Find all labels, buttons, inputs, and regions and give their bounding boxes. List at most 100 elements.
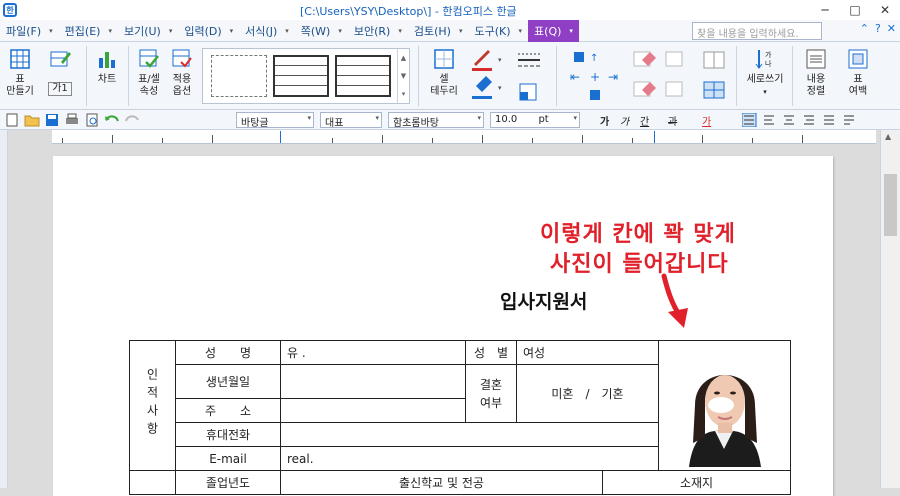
address-label: 주 소 <box>175 398 281 423</box>
annotation-line-1: 이렇게 칸에 꽉 맞게 <box>540 222 736 247</box>
red-arrow-icon <box>661 273 688 328</box>
cell-props-button[interactable]: 표/셀 속성 <box>132 48 166 98</box>
document-title: 입사지원서 <box>500 291 588 313</box>
table-margin-button[interactable]: 표 여백 <box>840 48 876 98</box>
line-style-button[interactable] <box>514 48 544 104</box>
birth-label: 생년월일 <box>175 364 281 399</box>
table-check-icon <box>139 49 159 68</box>
cell-eraser-icons <box>633 51 683 97</box>
table-row: 인적사항 성 명 유 . 성 별 여성 <box>129 340 791 471</box>
table-edit-button[interactable] <box>40 48 80 74</box>
svg-text:가: 가 <box>765 50 772 59</box>
table-style-gallery[interactable]: ▲ ▼ ▾ <box>202 48 410 104</box>
vertical-scrollbar[interactable]: ▲ <box>880 130 900 488</box>
address-value[interactable] <box>280 398 466 423</box>
grad-year-header: 졸업년도 <box>175 470 281 495</box>
font-combo[interactable]: 함초롬바탕 ▾ <box>388 112 484 128</box>
undo-icon[interactable] <box>104 113 120 127</box>
menu-insert[interactable]: 입력(D) ▾ <box>178 20 239 42</box>
cell-insert-buttons[interactable]: ↑ ⇤ + ⇥ <box>566 48 626 104</box>
menu-view[interactable]: 보기(U) ▾ <box>118 20 178 42</box>
photo-cell[interactable] <box>658 340 791 471</box>
align-buttons[interactable] <box>742 113 862 127</box>
align-cell-icon <box>806 49 826 69</box>
hancom-app-icon[interactable]: 한 <box>3 3 17 17</box>
table-margin-icon <box>848 49 868 69</box>
applicant-photo <box>659 344 790 467</box>
menu-edit[interactable]: 편집(E) ▾ <box>59 20 118 42</box>
redo-icon[interactable] <box>124 113 140 127</box>
ruler-marker[interactable] <box>280 131 281 143</box>
maximize-button[interactable]: □ <box>840 0 870 20</box>
title-bar: 한 [C:\Users\YSY\Desktop\] - 한컴오피스 한글 ─ □… <box>0 0 900 20</box>
svg-text:나: 나 <box>765 59 772 68</box>
left-margin-bar <box>0 130 8 488</box>
table-pencil-icon <box>50 51 71 67</box>
name-value[interactable]: 유 . <box>280 340 466 365</box>
chart-button[interactable]: 차트 <box>90 48 124 86</box>
search-input[interactable]: 찾을 내용을 입력하세요. <box>692 22 822 40</box>
edu-blank-cell <box>129 470 176 495</box>
style-gallery-scroll[interactable]: ▲ ▼ ▾ <box>397 49 409 103</box>
print-icon[interactable] <box>64 113 80 127</box>
scroll-thumb[interactable] <box>884 174 897 236</box>
svg-text:⇥: ⇥ <box>608 70 618 84</box>
language-combo[interactable]: 대표 ▾ <box>320 112 382 128</box>
marriage-value[interactable]: 미혼 / 기혼 <box>516 364 659 423</box>
style-grid[interactable] <box>273 55 329 97</box>
location-header: 소재지 <box>602 470 791 495</box>
gender-value[interactable]: 여성 <box>516 340 659 365</box>
menu-format[interactable]: 서식(J) ▾ <box>239 20 295 42</box>
window-title: [C:\Users\YSY\Desktop\] - 한컴오피스 한글 <box>300 5 517 18</box>
open-folder-icon[interactable] <box>24 113 40 127</box>
ga1-button[interactable]: 가1 <box>40 82 80 96</box>
collapse-ribbon-icon[interactable]: ⌃ <box>860 22 869 35</box>
line-color-button[interactable]: ▾ ▾ <box>468 46 510 106</box>
close-doc-icon[interactable]: ✕ <box>887 22 896 35</box>
phone-value[interactable] <box>280 422 659 447</box>
menu-bar: 파일(F) ▾ 편집(E) ▾ 보기(U) ▾ 입력(D) ▾ 서식(J) ▾ 쪽(W) ▾… <box>0 19 900 42</box>
svg-text:▾: ▾ <box>498 56 502 64</box>
menu-file[interactable]: 파일(F) ▾ <box>0 20 59 42</box>
apply-options-button[interactable]: 적용 옵션 <box>166 48 198 98</box>
section-label-cell: 인적사항 <box>129 340 176 471</box>
horizontal-ruler[interactable] <box>52 130 876 144</box>
birth-value[interactable] <box>280 364 466 399</box>
content-align-button[interactable]: 내용 정렬 <box>798 48 834 98</box>
new-document-icon[interactable] <box>4 113 20 127</box>
menu-table[interactable]: 표(Q) ▾ <box>528 19 579 42</box>
vertical-write-button[interactable]: 가나 세로쓰기 ▾ <box>742 48 788 98</box>
cell-delete-buttons[interactable] <box>630 48 690 104</box>
bold-button[interactable]: 가 <box>600 113 609 128</box>
cell-split-icons <box>703 51 725 99</box>
cell-split-merge-buttons[interactable] <box>700 48 730 104</box>
underline-button[interactable]: 간 <box>640 113 649 128</box>
font-color-button[interactable]: 가 <box>702 113 711 128</box>
scroll-up-icon[interactable]: ▲ <box>885 132 891 141</box>
cell-border-icon <box>434 49 454 69</box>
email-value[interactable]: real. <box>280 446 659 471</box>
strike-button[interactable]: 과 <box>668 113 677 128</box>
close-button[interactable]: ✕ <box>870 0 900 20</box>
italic-button[interactable]: 가 <box>620 113 629 128</box>
style-combo[interactable]: 바탕글 ▾ <box>236 112 314 128</box>
marriage-label: 결혼 여부 <box>465 364 517 423</box>
style-dashed[interactable] <box>211 55 267 97</box>
menu-tools[interactable]: 도구(K) ▾ <box>468 20 528 42</box>
ruler-marker-2[interactable] <box>654 131 655 143</box>
preview-icon[interactable] <box>84 113 100 127</box>
menu-security[interactable]: 보안(R) ▾ <box>348 20 408 42</box>
svg-text:▾: ▾ <box>498 84 502 92</box>
table-make-button[interactable]: 표 만들기 <box>4 48 36 98</box>
menu-page[interactable]: 쪽(W) ▾ <box>295 20 348 42</box>
cell-border-button[interactable]: 셀 테두리 <box>424 48 464 98</box>
minimize-button[interactable]: ─ <box>810 0 840 20</box>
email-label: E-mail <box>175 446 281 471</box>
menu-review[interactable]: 검토(H) ▾ <box>408 20 469 42</box>
svg-text:+: + <box>590 70 600 84</box>
style-grid-2[interactable] <box>335 55 391 97</box>
help-icon[interactable]: ? <box>875 22 881 35</box>
save-icon[interactable] <box>44 113 60 127</box>
font-size-combo[interactable]: 10.0 pt ▾ <box>490 112 580 128</box>
application-form-table: 인적사항 성 명 유 . 성 별 여성 생년월일 결혼 여부 미혼 / 기혼 주… <box>129 340 791 495</box>
